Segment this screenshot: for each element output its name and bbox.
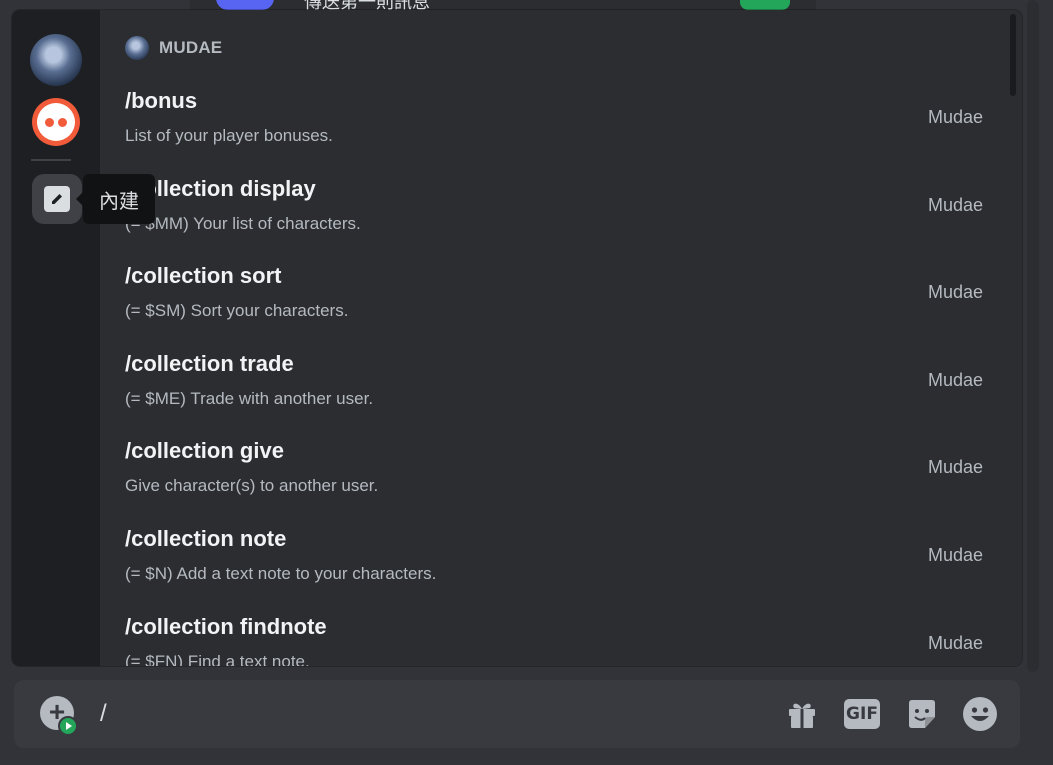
gif-button[interactable]: GIF bbox=[844, 696, 880, 732]
builtin-commands-button[interactable] bbox=[32, 174, 82, 224]
bot-app-avatar[interactable] bbox=[32, 98, 80, 146]
gift-icon[interactable] bbox=[784, 696, 820, 732]
command-name: /collection give bbox=[125, 438, 284, 464]
slash-command-autocomplete: MUDAE /bonus List of your player bonuses… bbox=[12, 10, 1022, 666]
command-source: Mudae bbox=[927, 194, 983, 215]
peek-avatar bbox=[216, 0, 274, 10]
rail-divider bbox=[31, 159, 71, 161]
panel-scrollbar[interactable] bbox=[1010, 14, 1016, 660]
chat-scrollbar[interactable] bbox=[1027, 0, 1039, 672]
command-source: Mudae bbox=[927, 282, 983, 303]
panel-scrollbar-thumb[interactable] bbox=[1010, 14, 1016, 96]
command-source: Mudae bbox=[927, 632, 983, 653]
command-description: List of your player bonuses. bbox=[125, 126, 333, 145]
command-source: Mudae bbox=[927, 107, 983, 127]
command-source: Mudae bbox=[927, 369, 983, 390]
command-source: Mudae bbox=[927, 457, 983, 478]
section-title: MUDAE bbox=[159, 38, 223, 57]
section-header: MUDAE bbox=[125, 36, 222, 60]
command-description: (= $ME) Trade with another user. bbox=[125, 388, 374, 408]
application-rail bbox=[12, 10, 100, 666]
command-list-area: MUDAE /bonus List of your player bonuses… bbox=[100, 10, 1022, 666]
command-item[interactable]: /collection give Give character(s) to an… bbox=[100, 430, 1022, 518]
play-icon bbox=[66, 722, 72, 730]
command-name: /collection findnote bbox=[125, 613, 327, 639]
previous-message-peek: 傳送第一則訊息 bbox=[190, 0, 816, 10]
command-item[interactable]: /collection findnote (= $FN) Find a text… bbox=[100, 606, 1022, 666]
pencil-icon bbox=[44, 186, 70, 212]
command-item[interactable]: /collection trade (= $ME) Trade with ano… bbox=[100, 343, 1022, 431]
mudae-section-avatar bbox=[125, 36, 149, 60]
builtin-tooltip: 內建 bbox=[76, 174, 155, 224]
command-description: (= $SM) Sort your characters. bbox=[125, 301, 349, 321]
command-name: /collection trade bbox=[125, 350, 294, 376]
command-name: /collection note bbox=[125, 525, 287, 551]
message-input[interactable]: / bbox=[100, 700, 107, 728]
message-input-bar: + / GIF bbox=[14, 680, 1020, 748]
command-description: (= $FN) Find a text note. bbox=[125, 651, 310, 666]
command-item[interactable]: /collection display (= $MM) Your list of… bbox=[100, 168, 1022, 256]
app-launcher-badge bbox=[58, 716, 78, 736]
peek-text: 傳送第一則訊息 bbox=[304, 0, 430, 10]
command-list: /bonus List of your player bonuses. Muda… bbox=[100, 80, 1022, 666]
command-source: Mudae bbox=[927, 544, 983, 565]
sticker-icon[interactable] bbox=[904, 696, 940, 732]
mudae-app-avatar[interactable] bbox=[30, 34, 82, 86]
command-description: (= $N) Add a text note to your character… bbox=[125, 563, 437, 583]
command-name: /bonus bbox=[125, 88, 198, 113]
command-item[interactable]: /collection note (= $N) Add a text note … bbox=[100, 518, 1022, 606]
command-item[interactable]: /collection sort (= $SM) Sort your chara… bbox=[100, 255, 1022, 343]
command-description: Give character(s) to another user. bbox=[125, 476, 379, 496]
command-name: /collection sort bbox=[125, 263, 282, 289]
gif-icon: GIF bbox=[844, 699, 880, 729]
discord-chat-window: 傳送第一則訊息 MUDAE /bonus List of your player… bbox=[0, 0, 1053, 765]
command-description: (= $MM) Your list of characters. bbox=[125, 213, 361, 233]
robot-face-icon bbox=[37, 103, 75, 141]
emoji-icon[interactable] bbox=[962, 696, 998, 732]
check-icon bbox=[740, 0, 790, 10]
command-item[interactable]: /bonus List of your player bonuses. Muda… bbox=[100, 80, 1022, 168]
